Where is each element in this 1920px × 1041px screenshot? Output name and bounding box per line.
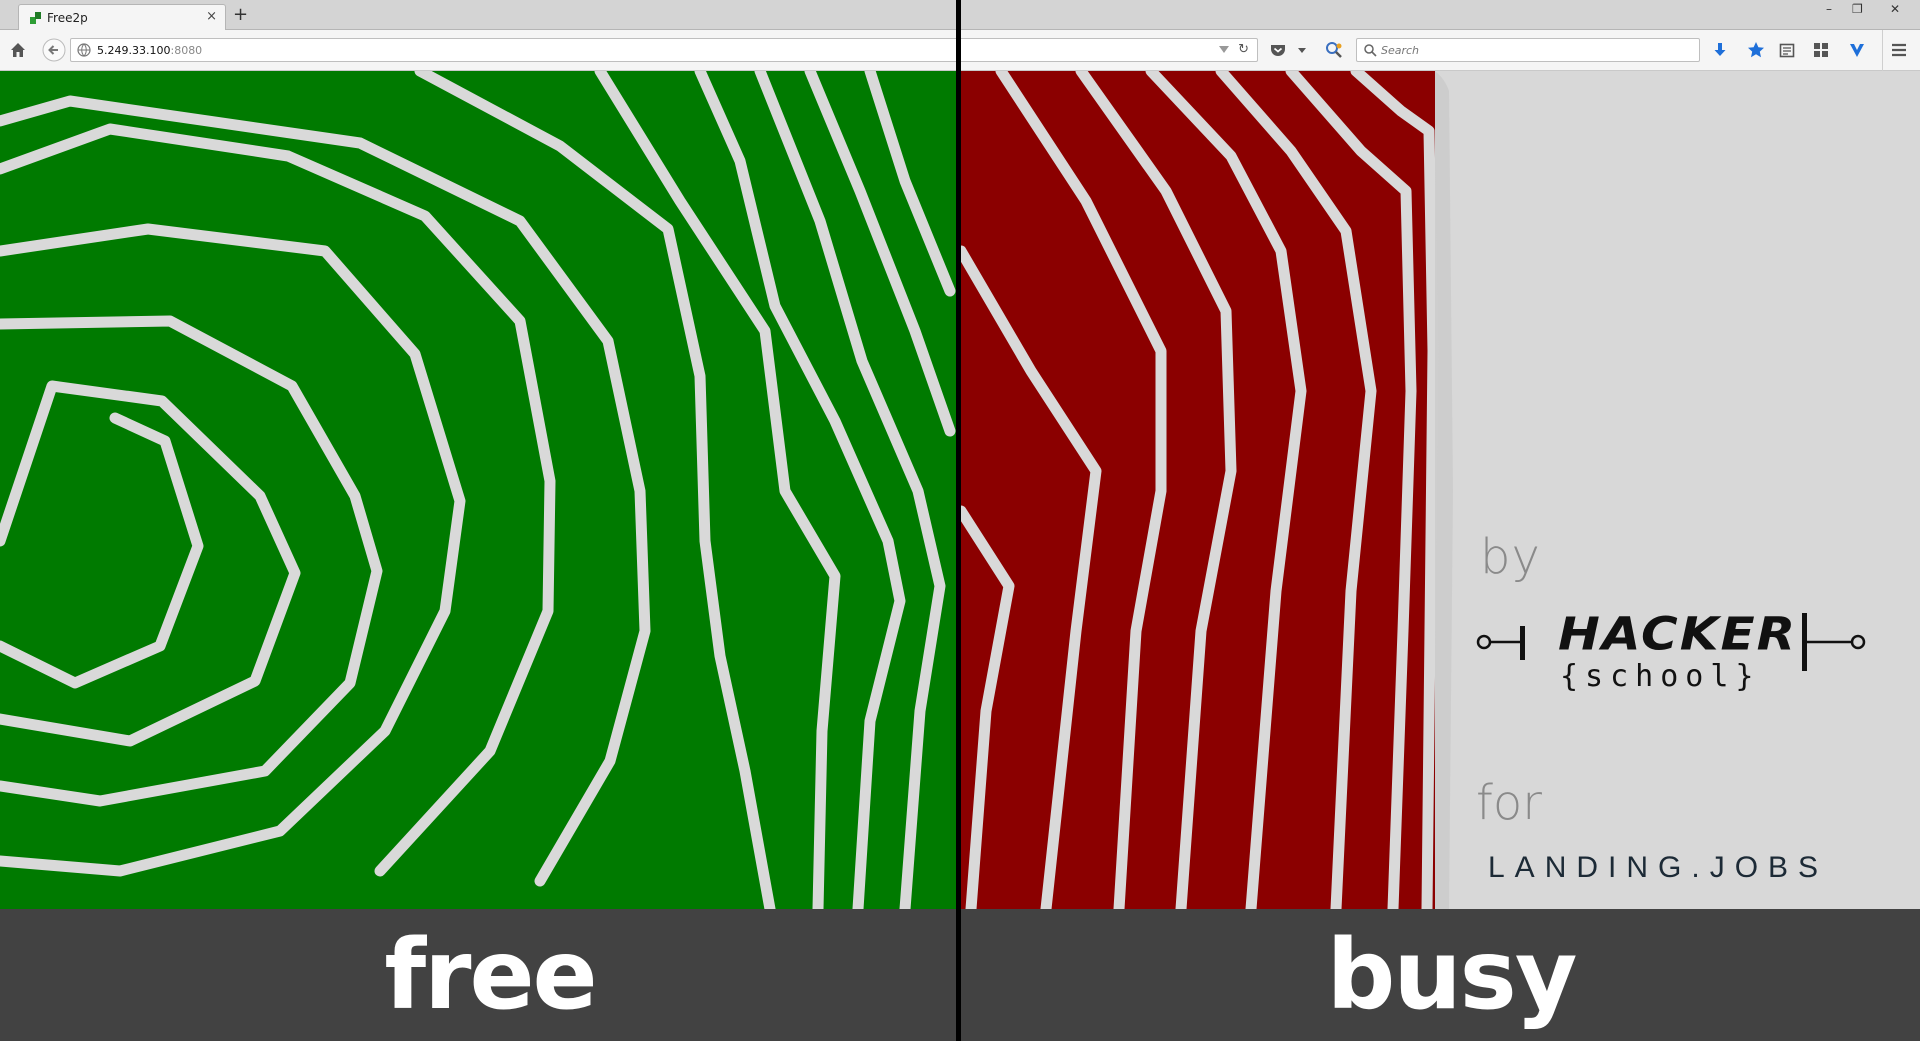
globe-icon: [77, 43, 91, 57]
busy-panel: by HACKER {school} for LANDING.JOBS: [961, 71, 1920, 909]
pocket-icon[interactable]: [1268, 40, 1288, 60]
school-logo-text: {school}: [1560, 659, 1761, 694]
landing-jobs-logo-text: LANDING.JOBS: [1488, 851, 1829, 884]
back-icon[interactable]: [42, 38, 66, 62]
history-dropdown-icon[interactable]: [1219, 46, 1229, 53]
download-icon[interactable]: [1710, 40, 1730, 60]
url-port: :8080: [170, 44, 203, 57]
tab-title: Free2p: [47, 11, 88, 25]
restore-button[interactable]: ❐: [1852, 2, 1863, 16]
grid-icon[interactable]: [1811, 40, 1831, 60]
search-bar[interactable]: Search: [1356, 38, 1700, 62]
new-tab-button[interactable]: +: [233, 4, 248, 25]
url-text: 5.249.33.100:8080: [97, 44, 202, 57]
menu-icon[interactable]: [1889, 40, 1909, 60]
by-label: by: [1480, 529, 1541, 585]
reading-list-icon[interactable]: [1777, 40, 1797, 60]
extension-icon[interactable]: [1324, 40, 1344, 60]
reload-icon[interactable]: ↻: [1238, 42, 1249, 57]
minimize-button[interactable]: –: [1826, 2, 1832, 16]
free-caption: free: [384, 919, 597, 1031]
busy-caption: busy: [1326, 919, 1578, 1031]
pocket-dropdown-icon[interactable]: [1298, 48, 1306, 53]
url-host: 5.249.33.100: [97, 44, 171, 57]
close-tab-icon[interactable]: ×: [206, 9, 217, 24]
search-icon: [1364, 44, 1377, 57]
free-panel: [0, 71, 956, 909]
sponsor-branding: by HACKER {school} for LANDING.JOBS: [1476, 463, 1896, 909]
split-divider: [956, 0, 961, 1041]
favicon-icon: [30, 12, 41, 24]
for-label: for: [1476, 775, 1542, 831]
search-placeholder: Search: [1381, 44, 1420, 57]
home-icon[interactable]: [8, 40, 28, 60]
bookmark-star-icon[interactable]: [1746, 40, 1766, 60]
vivaldi-icon[interactable]: [1847, 40, 1867, 60]
url-bar[interactable]: 5.249.33.100:8080 ↻: [70, 38, 1258, 62]
close-window-button[interactable]: ✕: [1890, 2, 1900, 16]
free-wave-pattern: [0, 71, 956, 909]
browser-tab[interactable]: Free2p ×: [18, 4, 226, 31]
toolbar-divider: [1882, 30, 1883, 71]
hacker-logo-text: HACKER: [1558, 607, 1798, 661]
screen: Free2p × + – ❐ ✕ 5.249.33.100:8080 ↻ Sea…: [0, 0, 1920, 1041]
